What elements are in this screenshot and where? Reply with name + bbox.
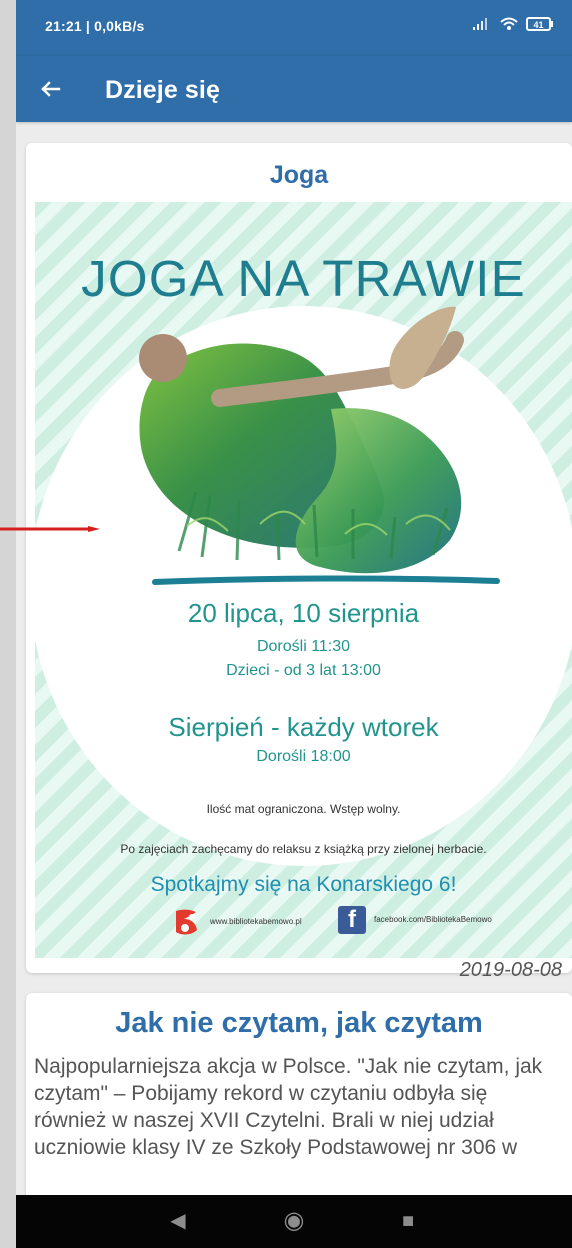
poster-august-time: Dorośli 18:00 [256,748,351,765]
library-website[interactable]: www.bibliotekabemowo.pl [210,917,302,927]
back-button[interactable] [33,72,67,106]
phone-screen: 21:21 | 0,0kB/s 41 Dzieje się Joga JOGA … [16,0,572,1248]
poster-contacts: www.bibliotekabemowo.pl f facebook.com/B… [35,906,572,938]
poster-kids-time: Dzieci - od 3 lat 13:00 [226,662,381,679]
app-toolbar: Dzieje się [16,56,572,122]
page-title: Dzieje się [105,76,220,104]
event-card-joga[interactable]: Joga JOGA NA TRAWIE 20 lipca, 10 sierpni… [26,143,572,981]
battery-icon: 41 [526,17,553,31]
library-contact: www.bibliotekabemowo.pl [171,906,302,937]
grass-line [152,575,500,585]
poster-times: Dorośli 11:30 Dzieci - od 3 lat 13:00 [35,635,572,683]
circle-home-icon[interactable]: ◉ [282,1209,306,1233]
status-icons: 41 [472,17,554,31]
arrow-left-icon [41,81,61,97]
system-navigation-bar: ◀ ◉ ■ [16,1195,572,1248]
red-pointer-arrow [0,526,100,532]
wifi-icon [500,17,518,30]
status-bar: 21:21 | 0,0kB/s 41 [16,0,572,56]
event-description: Najpopularniejsza akcja w Polsce. "Jak n… [34,1055,543,1159]
poster-august: Sierpień - każdy wtorek [168,712,439,742]
poster-dates: 20 lipca, 10 sierpnia [187,598,420,628]
status-time: 21:21 | 0,0kB/s [45,18,145,34]
head [139,334,187,382]
poster-note-mats: Ilość mat ograniczona. Wstęp wolny. [206,802,401,816]
poster-meet-address: Spotkajmy się na Konarskiego 6! [150,873,457,896]
battery-label: 41 [533,20,543,30]
event-title: Jak nie czytam, jak czytam [115,1007,483,1039]
facebook-url[interactable]: facebook.com/BibliotekaBemowo [374,915,492,925]
signal-icon [473,18,487,30]
facebook-contact: f facebook.com/BibliotekaBemowo [338,906,492,934]
library-logo-icon [176,909,197,935]
event-poster[interactable]: JOGA NA TRAWIE 20 lipca, 10 sierpnia Dor… [35,202,572,958]
event-title: Joga [269,161,329,189]
poster-heading: JOGA NA TRAWIE [81,250,526,307]
facebook-icon: f [338,906,366,934]
square-recent-icon[interactable]: ■ [396,1209,420,1233]
yoga-pose-illustration [139,306,500,585]
poster-note-relax: Po zajęciach zachęcamy do relaksu z ksią… [120,842,487,856]
triangle-left-icon[interactable]: ◀ [166,1209,190,1233]
poster-adults-time: Dorośli 11:30 [256,638,351,655]
event-date: 2019-08-08 [459,959,562,981]
